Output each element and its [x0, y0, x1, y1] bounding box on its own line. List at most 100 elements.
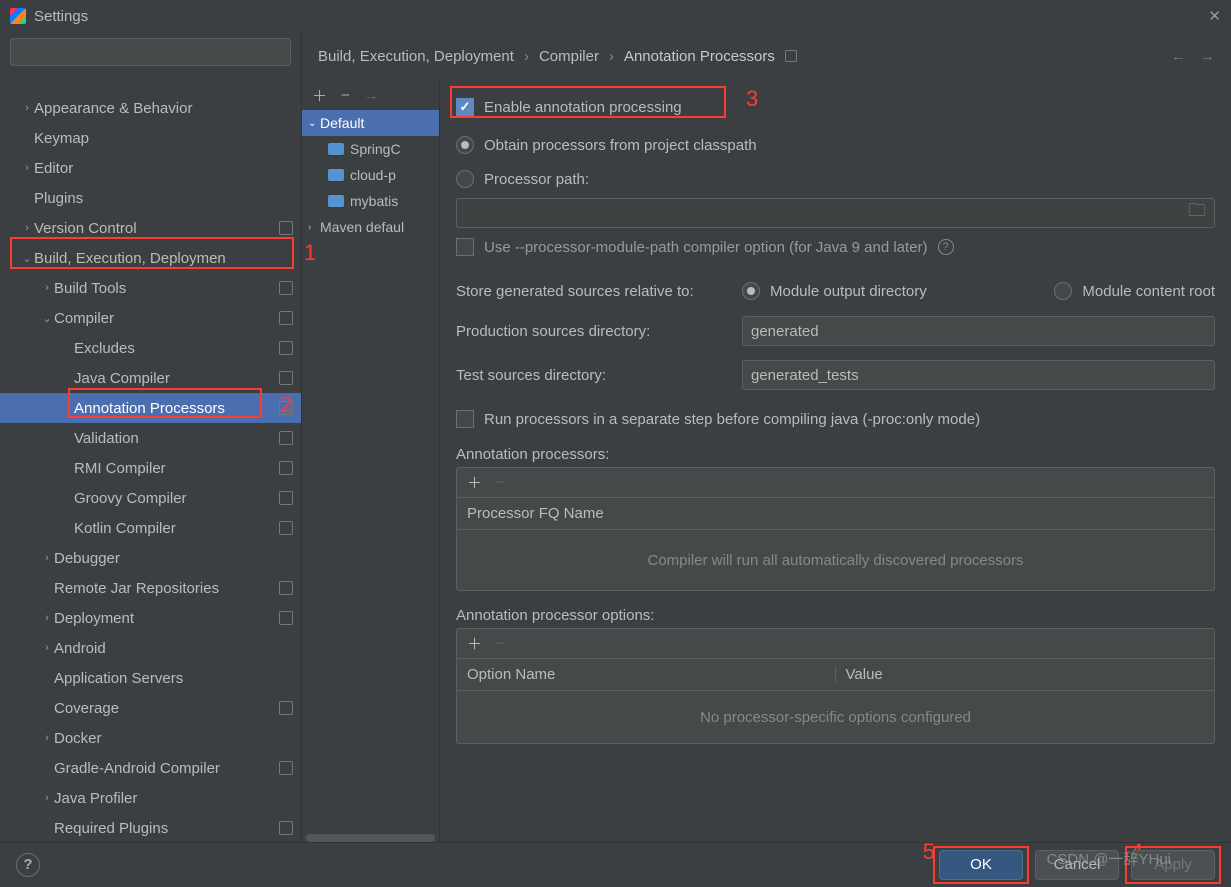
close-icon[interactable]: ✕ — [1208, 7, 1221, 25]
sidebar-item-plugins[interactable]: ·Plugins — [0, 183, 301, 213]
module-item[interactable]: cloud-p — [302, 162, 439, 188]
sidebar-item-label: Keymap — [34, 130, 293, 147]
sidebar-item-deployment[interactable]: ›Deployment — [0, 603, 301, 633]
sidebar-item-validation[interactable]: ·Validation — [0, 423, 301, 453]
sidebar-item-editor[interactable]: ›Editor — [0, 153, 301, 183]
sidebar-item-label: Groovy Compiler — [74, 490, 279, 507]
opts-header-value: Value — [836, 666, 893, 683]
sidebar-item-label: Coverage — [54, 700, 279, 717]
procs-section-label: Annotation processors: — [456, 446, 1215, 463]
sidebar-item-groovy-compiler[interactable]: ·Groovy Compiler — [0, 483, 301, 513]
move-icon: → — [364, 87, 379, 104]
sidebar-item-kotlin-compiler[interactable]: ·Kotlin Compiler — [0, 513, 301, 543]
project-badge-icon — [279, 311, 293, 325]
sidebar-item-label: Version Control — [34, 220, 279, 237]
sidebar-item-version-control[interactable]: ›Version Control — [0, 213, 301, 243]
sidebar-item-appearance-behavior[interactable]: ›Appearance & Behavior — [0, 93, 301, 123]
chevron-icon: ⌄ — [40, 312, 54, 325]
opts-header-name: Option Name — [457, 666, 836, 683]
sidebar-item-excludes[interactable]: ·Excludes — [0, 333, 301, 363]
sidebar-item-compiler[interactable]: ⌄Compiler — [0, 303, 301, 333]
sidebar-item-required-plugins[interactable]: ·Required Plugins — [0, 813, 301, 842]
chevron-icon: › — [40, 732, 54, 744]
project-badge-icon — [279, 521, 293, 535]
module-item[interactable]: mybatis — [302, 188, 439, 214]
search-input[interactable] — [10, 38, 291, 66]
project-badge-icon — [279, 281, 293, 295]
processors-table: ＋ − Processor FQ Name Compiler will run … — [456, 467, 1215, 591]
prod-field[interactable]: generated — [742, 316, 1215, 346]
sidebar-item-label: Docker — [54, 730, 293, 747]
project-badge-icon — [279, 701, 293, 715]
sidebar-item-label: Required Plugins — [54, 820, 279, 837]
sidebar-item-debugger[interactable]: ›Debugger — [0, 543, 301, 573]
store-output-radio[interactable] — [742, 282, 760, 300]
procpath-field[interactable]: 🗀 — [456, 198, 1215, 228]
sidebar-item-java-compiler[interactable]: ·Java Compiler — [0, 363, 301, 393]
sidebar-item-label: Annotation Processors — [74, 400, 279, 417]
sidebar-item-label: Appearance & Behavior — [34, 100, 293, 117]
back-arrow-icon[interactable]: ← — [1171, 48, 1186, 65]
sidebar-item-keymap[interactable]: ·Keymap — [0, 123, 301, 153]
sidebar-item-build-execution-deploymen[interactable]: ⌄Build, Execution, Deploymen — [0, 243, 301, 273]
add-icon[interactable]: ＋ — [312, 85, 327, 106]
breadcrumb-1[interactable]: Build, Execution, Deployment — [318, 48, 514, 65]
module-maven[interactable]: › Maven defaul — [302, 214, 439, 240]
remove-icon: − — [496, 474, 505, 491]
info-icon[interactable]: ? — [938, 239, 954, 255]
sidebar-item-label: Kotlin Compiler — [74, 520, 279, 537]
settings-tree[interactable]: ›Appearance & Behavior·Keymap›Editor·Plu… — [0, 89, 301, 842]
project-badge-icon — [785, 50, 797, 62]
sidebar-item-annotation-processors[interactable]: ·Annotation Processors — [0, 393, 301, 423]
watermark: CSDN @一辞YHui — [1047, 848, 1171, 869]
project-badge-icon — [279, 611, 293, 625]
separate-checkbox[interactable] — [456, 410, 474, 428]
app-logo-icon — [10, 8, 26, 24]
sidebar-item-docker[interactable]: ›Docker — [0, 723, 301, 753]
sidebar-item-gradle-android-compiler[interactable]: ·Gradle-Android Compiler — [0, 753, 301, 783]
ok-button[interactable]: OK — [939, 850, 1023, 880]
chevron-down-icon: ⌄ — [308, 118, 320, 129]
breadcrumb-2[interactable]: Compiler — [539, 48, 599, 65]
remove-icon[interactable]: − — [341, 87, 350, 104]
sidebar-item-label: Plugins — [34, 190, 293, 207]
sidebar-item-rmi-compiler[interactable]: ·RMI Compiler — [0, 453, 301, 483]
sidebar-item-label: Build Tools — [54, 280, 279, 297]
module-item[interactable]: SpringC — [302, 136, 439, 162]
add-icon[interactable]: ＋ — [467, 633, 482, 654]
sidebar-item-remote-jar-repositories[interactable]: ·Remote Jar Repositories — [0, 573, 301, 603]
project-badge-icon — [279, 431, 293, 445]
scrollbar[interactable] — [306, 834, 435, 842]
sidebar-item-java-profiler[interactable]: ›Java Profiler — [0, 783, 301, 813]
settings-sidebar: ⌕ ›Appearance & Behavior·Keymap›Editor·P… — [0, 32, 302, 842]
store-content-radio[interactable] — [1054, 282, 1072, 300]
folder-icon — [328, 169, 344, 181]
annotation-5: 5 — [923, 839, 935, 865]
remove-icon: − — [496, 635, 505, 652]
procpath-radio[interactable] — [456, 170, 474, 188]
test-field[interactable]: generated_tests — [742, 360, 1215, 390]
store-label: Store generated sources relative to: — [456, 283, 732, 300]
chevron-icon: › — [20, 162, 34, 174]
window-title: Settings — [34, 8, 88, 25]
project-badge-icon — [279, 221, 293, 235]
sidebar-item-label: Excludes — [74, 340, 279, 357]
modulepath-checkbox[interactable] — [456, 238, 474, 256]
help-icon[interactable]: ? — [16, 853, 40, 877]
chevron-icon: ⌄ — [20, 252, 34, 265]
annotation-3: 3 — [746, 86, 758, 112]
titlebar: Settings ✕ — [0, 0, 1231, 32]
sidebar-item-label: Build, Execution, Deploymen — [34, 250, 293, 267]
folder-icon[interactable]: 🗀 — [1188, 198, 1206, 228]
modulepath-label: Use --processor-module-path compiler opt… — [484, 239, 928, 256]
sidebar-item-android[interactable]: ›Android — [0, 633, 301, 663]
obtain-radio[interactable] — [456, 136, 474, 154]
sidebar-item-build-tools[interactable]: ›Build Tools — [0, 273, 301, 303]
project-badge-icon — [279, 371, 293, 385]
forward-arrow-icon[interactable]: → — [1200, 48, 1215, 65]
add-icon[interactable]: ＋ — [467, 472, 482, 493]
enable-checkbox[interactable] — [456, 98, 474, 116]
sidebar-item-coverage[interactable]: ·Coverage — [0, 693, 301, 723]
module-default[interactable]: ⌄ Default — [302, 110, 439, 136]
sidebar-item-application-servers[interactable]: ·Application Servers — [0, 663, 301, 693]
